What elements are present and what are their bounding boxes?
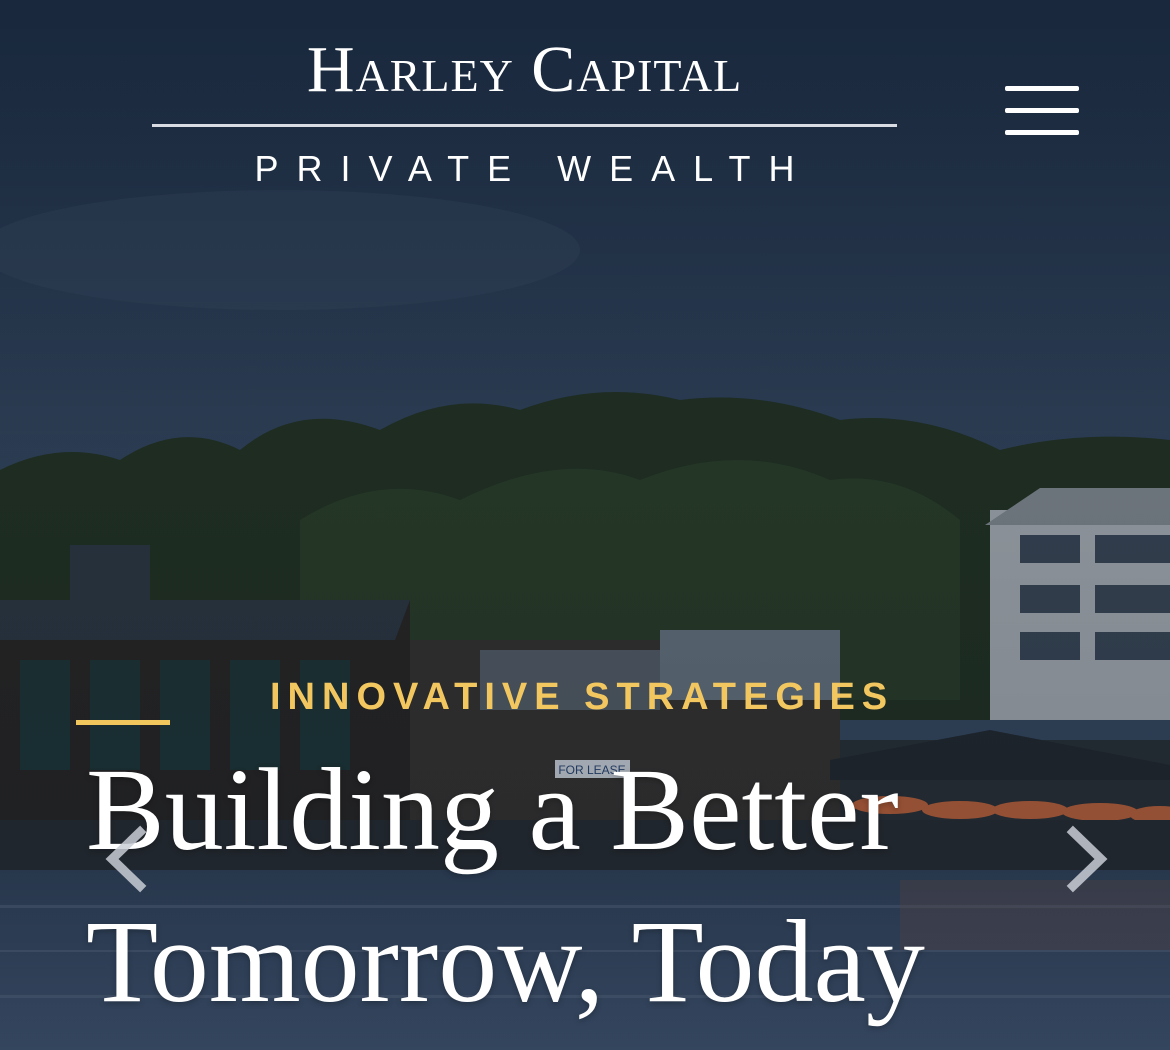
eyebrow-accent-line [76, 720, 170, 725]
carousel-next-button[interactable] [1063, 824, 1113, 894]
site-logo[interactable]: Harley Capital PRIVATE WEALTH [152, 30, 897, 189]
chevron-left-icon [105, 825, 147, 893]
hero-page: FOR LEASE Harley Capital PRIVATE WEALTH … [0, 0, 1170, 1050]
logo-subtitle: PRIVATE WEALTH [254, 148, 813, 189]
hero-title: Building a Better Tomorrow, Today [86, 734, 1086, 1038]
carousel-prev-button[interactable] [100, 824, 150, 894]
hero-title-line-1: Building a Better [86, 744, 899, 875]
chevron-right-icon [1066, 825, 1108, 893]
hero-title-line-2: Tomorrow, Today [86, 896, 925, 1027]
logo-title: Harley Capital [306, 33, 743, 106]
logo-divider [152, 124, 897, 127]
menu-button[interactable] [1005, 86, 1081, 142]
hero-eyebrow: INNOVATIVE STRATEGIES [270, 676, 895, 718]
